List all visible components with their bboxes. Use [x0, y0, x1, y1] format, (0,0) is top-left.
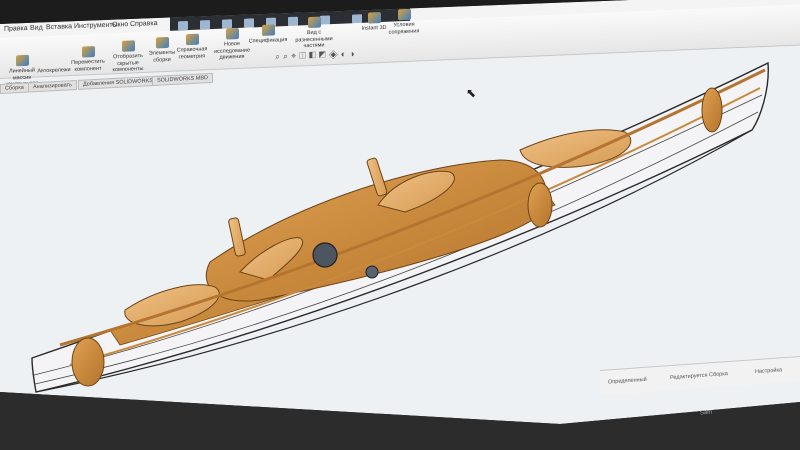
status-mode: Редактируется Сборка — [670, 371, 728, 382]
deck-hatch-cover — [312, 242, 338, 268]
deck-fitting — [365, 265, 379, 279]
bulkhead-stern — [701, 87, 723, 133]
bulkhead-bow — [71, 337, 105, 387]
status-state: Определенный — [608, 376, 647, 386]
solidworks-window: Правка Вид Вставка Инструменты Окно Спра… — [0, 0, 800, 424]
monitor-brand: Sam — [699, 409, 713, 417]
bulkhead-mid — [527, 182, 553, 228]
mouse-cursor-icon: ⬉ — [466, 86, 477, 100]
status-settings[interactable]: Настройка — [755, 367, 782, 375]
